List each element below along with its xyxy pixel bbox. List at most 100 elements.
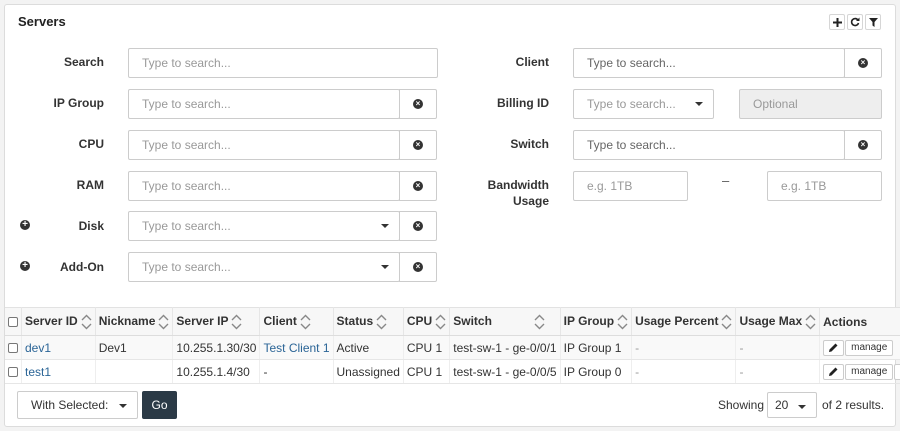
col-nickname[interactable]: Nickname bbox=[95, 307, 174, 336]
chevron-down-icon bbox=[381, 265, 389, 269]
ip-group-clear-button[interactable]: × bbox=[399, 89, 437, 119]
switch-input[interactable]: Type to search... bbox=[573, 130, 845, 160]
col-label: Switch bbox=[453, 313, 492, 328]
filter-button[interactable] bbox=[865, 14, 881, 30]
close-icon: × bbox=[413, 262, 423, 272]
addon-placeholder: Type to search... bbox=[142, 260, 231, 274]
billing-id-select[interactable]: Type to search... bbox=[573, 89, 714, 119]
cell-status: Unassigned bbox=[333, 359, 404, 384]
col-switch[interactable]: Switch bbox=[449, 307, 561, 336]
cell-switch: test-sw-1 - ge-0/0/5 bbox=[449, 359, 561, 384]
close-icon: × bbox=[413, 99, 423, 109]
row-checkbox[interactable] bbox=[8, 343, 18, 354]
select-all-checkbox[interactable] bbox=[8, 317, 18, 328]
close-icon: × bbox=[858, 140, 868, 150]
close-icon: × bbox=[413, 221, 423, 231]
sort-icon bbox=[300, 314, 311, 329]
bulk-action-select[interactable]: With Selected: bbox=[17, 391, 138, 419]
edit-button[interactable] bbox=[823, 363, 845, 380]
bandwidth-min-input[interactable]: e.g. 1TB bbox=[573, 171, 688, 201]
disk-select[interactable]: Type to search... bbox=[128, 211, 400, 241]
bandwidth-label-line2: Usage bbox=[512, 194, 549, 208]
search-label: Search bbox=[63, 55, 104, 69]
close-icon: × bbox=[413, 181, 423, 191]
client-clear-button[interactable]: × bbox=[844, 48, 882, 78]
bandwidth-max-placeholder: e.g. 1TB bbox=[781, 179, 827, 193]
cell-cpu: CPU 1 bbox=[403, 359, 451, 384]
server-id-link[interactable]: dev1 bbox=[25, 341, 51, 355]
cell-nickname bbox=[95, 359, 174, 384]
add-button[interactable] bbox=[829, 14, 845, 30]
plus-icon bbox=[832, 17, 842, 27]
cell-server-id: test1 bbox=[21, 359, 96, 384]
col-client[interactable]: Client bbox=[259, 307, 334, 336]
col-usage-max[interactable]: Usage Max bbox=[735, 307, 821, 336]
cell-client: - bbox=[259, 359, 334, 384]
sort-icon bbox=[231, 314, 242, 329]
download-button[interactable] bbox=[894, 363, 900, 380]
cell-nickname: Dev1 bbox=[95, 335, 174, 360]
bandwidth-label-line1: Bandwidth bbox=[487, 178, 549, 192]
server-id-link[interactable]: test1 bbox=[25, 365, 51, 379]
client-link[interactable]: Test Client 1 bbox=[263, 341, 329, 355]
sort-icon bbox=[617, 314, 628, 329]
bandwidth-usage-label: Bandwidth Usage bbox=[439, 177, 549, 209]
row-checkbox[interactable] bbox=[8, 367, 18, 378]
chevron-down-icon bbox=[119, 404, 127, 408]
sort-icon bbox=[158, 314, 169, 329]
col-cpu[interactable]: CPU bbox=[403, 307, 451, 336]
disk-placeholder: Type to search... bbox=[142, 219, 231, 233]
cell-client: Test Client 1 bbox=[259, 335, 334, 360]
cpu-input[interactable]: Type to search... bbox=[128, 130, 400, 160]
filter-icon bbox=[868, 17, 878, 27]
ram-input[interactable]: Type to search... bbox=[128, 171, 400, 201]
cell-usage-max: - bbox=[735, 335, 821, 360]
sort-icon bbox=[81, 314, 92, 329]
search-input[interactable]: Type to search... bbox=[128, 48, 438, 78]
switch-clear-button[interactable]: × bbox=[844, 130, 882, 160]
addon-clear-button[interactable]: × bbox=[399, 252, 437, 282]
cell-usage-percent: - bbox=[631, 359, 737, 384]
chevron-down-icon bbox=[381, 224, 389, 228]
addon-label: Add-On bbox=[60, 260, 104, 274]
cell-switch: test-sw-1 - ge-0/0/1 bbox=[449, 335, 561, 360]
servers-table: Server ID Nickname Server IP Client Stat… bbox=[5, 307, 900, 384]
ram-label: RAM bbox=[76, 178, 104, 192]
col-server-id[interactable]: Server ID bbox=[21, 307, 96, 336]
sort-icon bbox=[805, 314, 816, 329]
table-row: test1 10.255.1.4/30 - Unassigned CPU 1 t… bbox=[5, 359, 900, 384]
ram-clear-button[interactable]: × bbox=[399, 171, 437, 201]
col-status[interactable]: Status bbox=[333, 307, 404, 336]
refresh-button[interactable] bbox=[847, 14, 863, 30]
col-label: IP Group bbox=[563, 313, 615, 328]
manage-button[interactable]: manage bbox=[845, 363, 894, 380]
cell-ip-group: IP Group 0 bbox=[560, 359, 633, 384]
cpu-label: CPU bbox=[78, 137, 104, 151]
bandwidth-max-input[interactable]: e.g. 1TB bbox=[767, 171, 882, 201]
addon-select[interactable]: Type to search... bbox=[128, 252, 400, 282]
billing-id-optional-input[interactable]: Optional bbox=[739, 89, 882, 119]
client-input[interactable]: Type to search... bbox=[573, 48, 845, 78]
sort-icon bbox=[376, 314, 387, 329]
bulk-action-value: With Selected: bbox=[31, 398, 109, 412]
results-count: of 2 results. bbox=[822, 398, 885, 412]
go-button[interactable]: Go bbox=[142, 391, 177, 419]
chevron-down-icon bbox=[798, 405, 806, 409]
edit-button[interactable] bbox=[823, 339, 845, 356]
manage-button[interactable]: manage bbox=[845, 339, 894, 356]
col-server-ip[interactable]: Server IP bbox=[172, 307, 261, 336]
cell-server-ip: 10.255.1.30/30 bbox=[172, 335, 261, 360]
close-icon: × bbox=[858, 58, 868, 68]
billing-id-label: Billing ID bbox=[497, 96, 549, 110]
cpu-clear-button[interactable]: × bbox=[399, 130, 437, 160]
optional-placeholder: Optional bbox=[753, 97, 798, 111]
disk-clear-button[interactable]: × bbox=[399, 211, 437, 241]
switch-placeholder: Type to search... bbox=[587, 138, 676, 152]
page-size-select[interactable]: 20 bbox=[767, 392, 817, 418]
col-usage-percent[interactable]: Usage Percent bbox=[631, 307, 737, 336]
ip-group-placeholder: Type to search... bbox=[142, 97, 231, 111]
showing-label: Showing bbox=[718, 398, 765, 412]
col-ip-group[interactable]: IP Group bbox=[560, 307, 633, 336]
col-label: Usage Max bbox=[739, 313, 803, 328]
ip-group-input[interactable]: Type to search... bbox=[128, 89, 400, 119]
